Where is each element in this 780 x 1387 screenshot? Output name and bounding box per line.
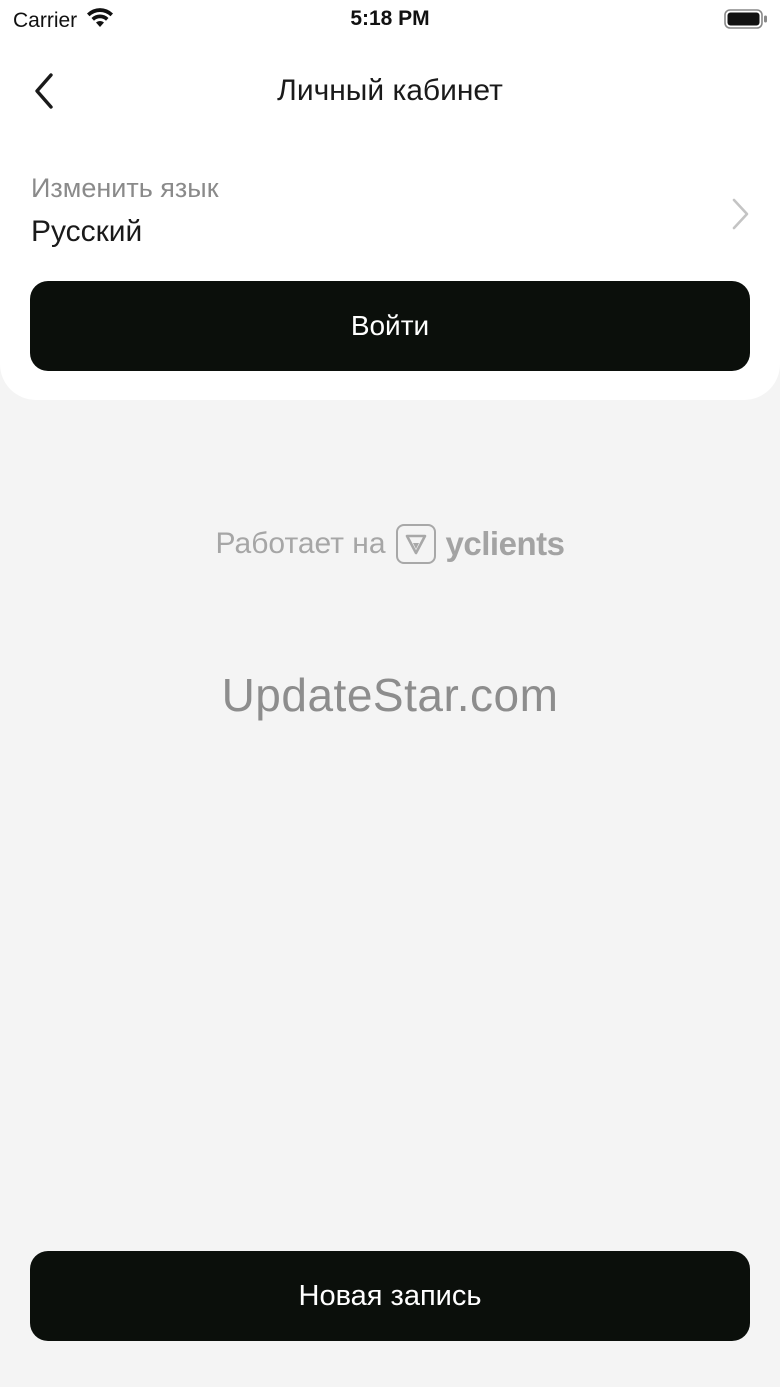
status-bar: Carrier 5:18 PM — [0, 0, 780, 40]
status-time: 5:18 PM — [350, 7, 430, 30]
login-button[interactable]: Войти — [30, 281, 750, 371]
language-value: Русский — [31, 215, 143, 248]
language-label: Изменить язык — [31, 173, 219, 203]
page-title: Личный кабинет — [277, 74, 503, 107]
yclients-logo-icon — [395, 524, 436, 564]
powered-by-label: Работает на — [215, 527, 386, 560]
screen: Carrier 5:18 PM Личный кабинет Изменить … — [0, 0, 780, 1387]
chevron-right-icon — [732, 198, 749, 230]
brand-name: yclients — [445, 525, 565, 562]
watermark: UpdateStar.com — [221, 669, 559, 721]
battery-icon — [724, 9, 768, 29]
powered-by-branding: Работает на yclients — [0, 524, 780, 564]
new-booking-button[interactable]: Новая запись — [30, 1251, 750, 1341]
navigation-bar: Личный кабинет — [0, 58, 780, 124]
account-card: Carrier 5:18 PM Личный кабинет Изменить … — [0, 0, 780, 400]
change-language-row[interactable]: Изменить язык Русский — [0, 165, 780, 265]
